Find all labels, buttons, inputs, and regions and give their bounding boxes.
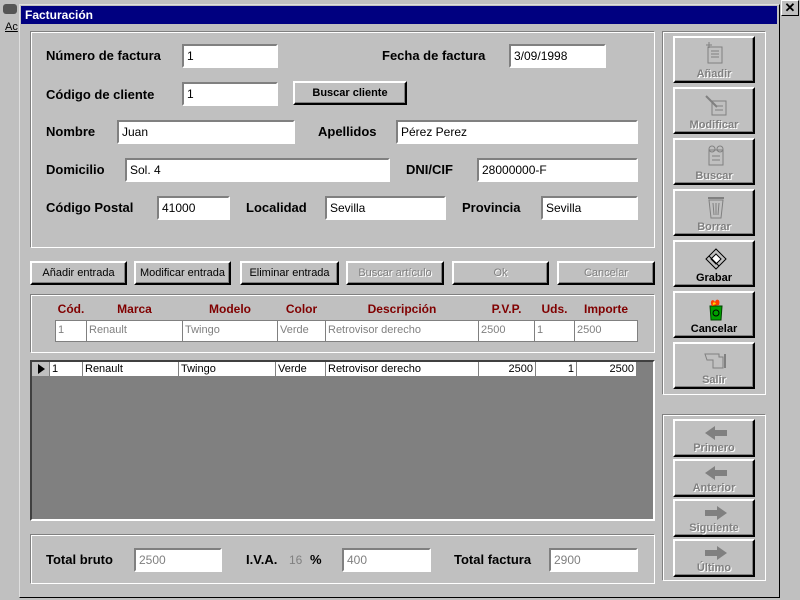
siguiente-button[interactable]: Siguiente	[673, 499, 755, 537]
grid-cell-uds[interactable]: 1	[536, 362, 577, 377]
anterior-button[interactable]: Anterior	[673, 459, 755, 497]
trash-icon	[708, 197, 724, 219]
total-bruto-field[interactable]: 2500	[134, 548, 222, 572]
background-app-icon	[3, 4, 17, 14]
cancelar-button-label: Cancelar	[690, 323, 738, 335]
buscar-cliente-button[interactable]: Buscar cliente	[293, 81, 407, 105]
background-close-button[interactable]: ✕	[781, 0, 799, 16]
header-cod: Cód.	[57, 302, 85, 316]
borrar-button[interactable]: Borrar	[673, 189, 755, 236]
record-indicator-icon	[32, 362, 50, 377]
ultimo-button[interactable]: Último	[673, 539, 755, 577]
primero-button-label: Primero	[693, 442, 735, 454]
add-document-icon	[706, 42, 723, 64]
numero-factura-label: Número de factura	[46, 48, 161, 63]
entry-uds-field[interactable]: 1	[534, 320, 575, 342]
header-importe: Importe	[583, 302, 628, 316]
fecha-factura-label: Fecha de factura	[382, 48, 486, 63]
grid-cell-importe[interactable]: 2500	[577, 362, 637, 377]
salir-button[interactable]: Salir	[673, 342, 755, 389]
header-color: Color	[285, 302, 318, 316]
grid-cell-descripcion[interactable]: Retrovisor derecho	[326, 362, 479, 377]
header-descripcion: Descripción	[367, 302, 437, 316]
provincia-label: Provincia	[462, 200, 521, 215]
localidad-label: Localidad	[246, 200, 307, 215]
header-modelo: Modelo	[209, 302, 251, 316]
arrow-right-icon	[705, 546, 727, 560]
window-title-bar[interactable]: Facturación	[21, 6, 777, 24]
header-uds: Uds.	[541, 302, 568, 316]
modificar-button-label: Modificar	[689, 119, 739, 131]
iva-rate: 16	[289, 553, 303, 567]
floppy-disk-icon	[705, 248, 727, 270]
nombre-label: Nombre	[46, 124, 96, 139]
domicilio-field[interactable]: Sol. 4	[125, 158, 390, 182]
cancelar-button[interactable]: Cancelar	[673, 291, 755, 338]
primero-button[interactable]: Primero	[673, 419, 755, 457]
iva-label: I.V.A.	[246, 552, 278, 567]
anadir-button[interactable]: Añadir	[673, 36, 755, 83]
buscar-button[interactable]: Buscar	[673, 138, 755, 185]
ultimo-button-label: Último	[696, 562, 732, 574]
fecha-factura-field[interactable]: 3/09/1998	[509, 44, 606, 68]
edit-document-icon	[705, 95, 727, 116]
grid-cell-cod[interactable]: 1	[50, 362, 83, 377]
localidad-field[interactable]: Sevilla	[325, 196, 446, 220]
background-menu-fragment[interactable]: Ac	[5, 21, 18, 33]
salir-button-label: Salir	[702, 374, 726, 386]
provincia-field[interactable]: Sevilla	[541, 196, 638, 220]
arrow-left-icon	[705, 426, 727, 440]
anterior-button-label: Anterior	[692, 482, 736, 494]
codigo-postal-field[interactable]: 41000	[157, 196, 230, 220]
nombre-field[interactable]: Juan	[117, 120, 295, 144]
apellidos-field[interactable]: Pérez Perez	[396, 120, 638, 144]
header-marca: Marca	[117, 302, 152, 316]
buscar-articulo-button[interactable]: Buscar artículo	[346, 261, 444, 285]
entry-pvp-field[interactable]: 2500	[478, 320, 535, 342]
domicilio-label: Domicilio	[46, 162, 105, 177]
iva-percent-sign: %	[310, 552, 322, 567]
cancelar-entrada-button[interactable]: Cancelar	[557, 261, 655, 285]
invoice-lines-grid[interactable]	[30, 360, 655, 521]
iva-field[interactable]: 400	[342, 548, 431, 572]
anadir-entrada-button[interactable]: Añadir entrada	[30, 261, 127, 285]
entry-cod-field[interactable]: 1	[55, 320, 87, 342]
borrar-button-label: Borrar	[697, 221, 731, 233]
buscar-button-label: Buscar	[695, 170, 733, 182]
binoculars-icon	[708, 145, 724, 166]
modificar-entrada-button[interactable]: Modificar entrada	[134, 261, 231, 285]
grid-cell-pvp[interactable]: 2500	[479, 362, 536, 377]
entry-importe-field[interactable]: 2500	[574, 320, 638, 342]
siguiente-button-label: Siguiente	[689, 522, 739, 534]
entry-modelo-field[interactable]: Twingo	[182, 320, 278, 342]
grid-cell-marca[interactable]: Renault	[83, 362, 179, 377]
grid-cell-color[interactable]: Verde	[276, 362, 326, 377]
entry-descripcion-field[interactable]: Retrovisor derecho	[325, 320, 479, 342]
total-bruto-label: Total bruto	[46, 552, 113, 567]
dni-label: DNI/CIF	[406, 162, 453, 177]
background-app-strip	[0, 0, 20, 600]
apellidos-label: Apellidos	[318, 124, 377, 139]
codigo-postal-label: Código Postal	[46, 200, 134, 215]
entry-color-field[interactable]: Verde	[277, 320, 326, 342]
grabar-button[interactable]: Grabar	[673, 240, 755, 287]
anadir-button-label: Añadir	[696, 68, 732, 80]
codigo-cliente-field[interactable]: 1	[182, 82, 278, 106]
eliminar-entrada-button[interactable]: Eliminar entrada	[240, 261, 339, 285]
exit-hand-icon	[704, 353, 726, 369]
grabar-button-label: Grabar	[695, 272, 733, 284]
total-factura-label: Total factura	[454, 552, 532, 567]
grid-cell-modelo[interactable]: Twingo	[179, 362, 276, 377]
ok-button[interactable]: Ok	[452, 261, 549, 285]
total-factura-field[interactable]: 2900	[549, 548, 638, 572]
codigo-cliente-label: Código de cliente	[46, 87, 155, 102]
numero-factura-field[interactable]: 1	[182, 44, 278, 68]
arrow-left-icon	[705, 466, 727, 480]
entry-marca-field[interactable]: Renault	[86, 320, 183, 342]
modificar-button[interactable]: Modificar	[673, 87, 755, 134]
arrow-right-icon	[705, 506, 727, 520]
dni-field[interactable]: 28000000-F	[477, 158, 638, 182]
cancel-bin-icon	[709, 299, 723, 321]
header-pvp: P.V.P.	[491, 302, 522, 316]
